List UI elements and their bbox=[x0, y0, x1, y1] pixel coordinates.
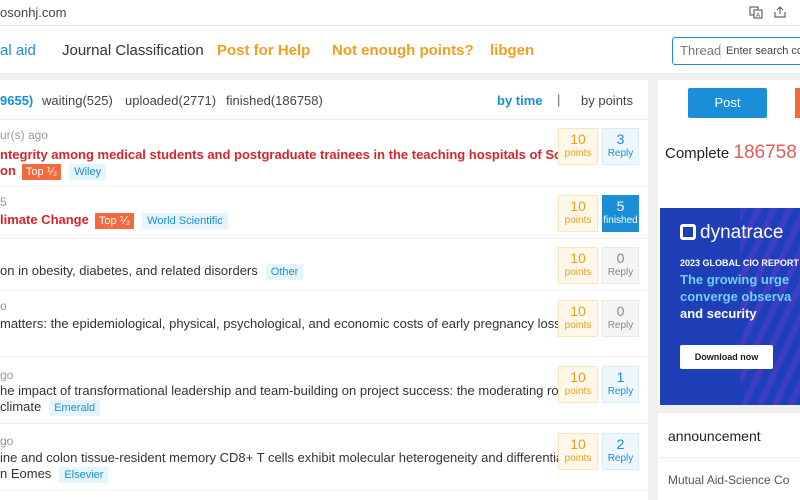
top-badge: Top ⅟₂ bbox=[94, 212, 135, 229]
nav-item-not-enough-points[interactable]: Not enough points? bbox=[332, 42, 474, 59]
reply-box[interactable]: 2 Reply bbox=[602, 433, 639, 470]
points-box: 10 points bbox=[558, 195, 598, 232]
announcement-divider bbox=[658, 457, 800, 458]
thread-time: go bbox=[0, 368, 14, 382]
publisher-tag[interactable]: Wiley bbox=[69, 163, 107, 180]
thread-title-cont[interactable]: on Top ⅟₂ Wiley bbox=[0, 163, 107, 180]
ad-headline: The growing urge converge observa and se… bbox=[680, 272, 792, 321]
points-box: 10 points bbox=[558, 128, 598, 165]
reply-box[interactable]: 1 Reply bbox=[602, 366, 639, 403]
share-icon[interactable] bbox=[772, 5, 788, 21]
thread-title[interactable]: he impact of transformational leadership… bbox=[0, 383, 583, 399]
thread-title[interactable]: matters: the epidemiological, physical, … bbox=[0, 316, 561, 332]
sort-by-time[interactable]: by time bbox=[497, 93, 543, 108]
publisher-tag[interactable]: Emerald bbox=[49, 399, 101, 416]
sort-by-points[interactable]: by points bbox=[581, 93, 633, 108]
thread-title-cont[interactable]: climate Emerald bbox=[0, 399, 101, 416]
thread-time: ur(s) ago bbox=[0, 128, 49, 142]
url-text[interactable]: osonhj.com bbox=[0, 5, 66, 20]
nav-item-journal-classification[interactable]: Journal Classification bbox=[62, 42, 204, 59]
thread-time: go bbox=[0, 434, 14, 448]
search-box: Thread bbox=[672, 37, 800, 65]
nav-item-mutual-aid[interactable]: al aid bbox=[0, 42, 36, 59]
points-box: 10 points bbox=[558, 366, 598, 403]
points-box: 10 points bbox=[558, 247, 598, 284]
tab-uploaded[interactable]: uploaded(2771) bbox=[125, 93, 216, 108]
search-input[interactable] bbox=[726, 42, 800, 60]
search-divider bbox=[720, 43, 721, 59]
thread-title[interactable]: on in obesity, diabetes, and related dis… bbox=[0, 263, 304, 280]
announcement-title: announcement bbox=[668, 428, 761, 444]
filter-tabs: 9655) waiting(525) uploaded(2771) finish… bbox=[0, 80, 648, 120]
thread-title[interactable]: ntegrity among medical students and post… bbox=[0, 147, 582, 163]
announcement-panel: announcement Mutual Aid-Science Co bbox=[658, 413, 800, 500]
thread-time: o bbox=[0, 299, 7, 313]
top-badge: Top ⅟₂ bbox=[21, 163, 62, 180]
thread-row[interactable]: 5 limate Change Top ⅟₂ World Scientific 10… bbox=[0, 187, 648, 239]
points-box: 10 points bbox=[558, 300, 598, 337]
dynatrace-mark-icon bbox=[680, 224, 696, 240]
announcement-item[interactable]: Mutual Aid-Science Co bbox=[668, 473, 789, 487]
nav-item-post-for-help[interactable]: Post for Help bbox=[217, 42, 310, 59]
dynatrace-logo: dynatrace bbox=[680, 222, 783, 244]
thread-title[interactable]: limate Change Top ⅟₂ World Scientific bbox=[0, 212, 228, 229]
secondary-button[interactable] bbox=[795, 88, 800, 118]
publisher-tag[interactable]: World Scientific bbox=[142, 212, 228, 229]
reply-box[interactable]: 0 Reply bbox=[602, 247, 639, 284]
thread-row[interactable]: o matters: the epidemiological, physical… bbox=[0, 291, 648, 357]
points-box: 10 points bbox=[558, 433, 598, 470]
thread-title-cont[interactable]: n Eomes Elsevier bbox=[0, 466, 109, 483]
thread-row[interactable]: go ine and colon tissue-resident memory … bbox=[0, 424, 648, 491]
advertisement-banner[interactable]: dynatrace 2023 GLOBAL CIO REPORT The gro… bbox=[660, 208, 800, 405]
browser-address-bar: osonhj.com A bbox=[0, 0, 800, 26]
thread-row[interactable]: ur(s) ago ntegrity among medical student… bbox=[0, 120, 648, 187]
translate-icon[interactable]: A bbox=[748, 5, 764, 21]
sort-separator: | bbox=[557, 92, 561, 107]
publisher-tag[interactable]: Elsevier bbox=[59, 466, 109, 483]
ad-eyebrow: 2023 GLOBAL CIO REPORT bbox=[680, 258, 799, 268]
tab-finished[interactable]: finished(186758) bbox=[226, 93, 323, 108]
reply-box[interactable]: 5 finished bbox=[602, 195, 639, 232]
ad-download-button[interactable]: Download now bbox=[680, 345, 773, 369]
reply-box[interactable]: 0 Reply bbox=[602, 300, 639, 337]
thread-row[interactable]: on in obesity, diabetes, and related dis… bbox=[0, 239, 648, 291]
thread-list-panel: 9655) waiting(525) uploaded(2771) finish… bbox=[0, 80, 648, 500]
complete-counter: Complete 186758 r bbox=[665, 142, 797, 163]
reply-box[interactable]: 3 Reply bbox=[602, 128, 639, 165]
site-nav: al aid Journal Classification Post for H… bbox=[0, 26, 800, 74]
search-type-select[interactable]: Thread bbox=[680, 43, 721, 58]
tab-all[interactable]: 9655) bbox=[0, 93, 33, 108]
complete-count: 186758 bbox=[733, 142, 797, 163]
post-button[interactable]: Post bbox=[688, 88, 767, 118]
thread-time: 5 bbox=[0, 195, 7, 209]
thread-row[interactable]: go he impact of transformational leaders… bbox=[0, 357, 648, 424]
nav-item-libgen[interactable]: libgen bbox=[490, 42, 534, 59]
publisher-tag[interactable]: Other bbox=[265, 263, 304, 280]
tab-waiting[interactable]: waiting(525) bbox=[42, 93, 113, 108]
thread-title[interactable]: ine and colon tissue-resident memory CD8… bbox=[0, 450, 566, 466]
